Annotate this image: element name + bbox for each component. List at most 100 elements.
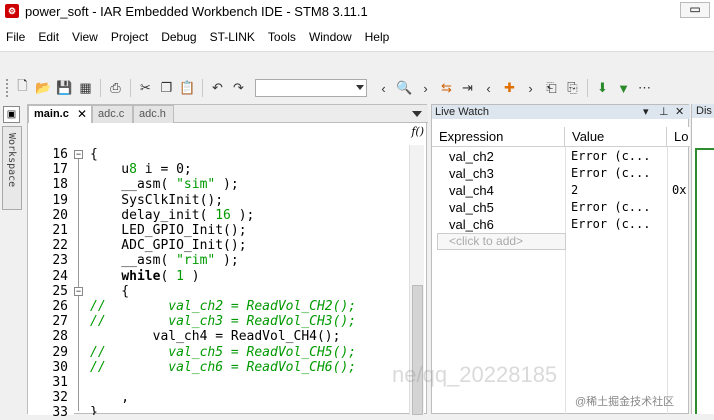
panel-menu-icon[interactable]: ▾	[643, 105, 649, 119]
print-icon[interactable]: ⎙	[107, 80, 124, 97]
tab-main-c[interactable]: main.c ✕	[28, 105, 92, 123]
line-number: 32	[52, 390, 68, 406]
watch-row[interactable]: val_ch5 Error (c...	[432, 199, 690, 216]
editor-tabs: main.c ✕ adc.c adc.h	[28, 105, 428, 123]
watch-expression: val_ch6	[449, 217, 494, 232]
close-icon[interactable]: ✕	[77, 106, 87, 122]
open-file-icon[interactable]: 📂	[35, 80, 52, 97]
disassembly-title[interactable]: Dis	[692, 104, 714, 118]
workspace-toggle-icon[interactable]: ▣	[3, 106, 20, 123]
watermark: @稀土掘金技术社区	[575, 396, 675, 408]
window-title: power_soft - IAR Embedded Workbench IDE …	[25, 3, 368, 19]
code-line: ADC_GPIO_Init();	[90, 238, 247, 254]
line-number: 24	[52, 268, 68, 284]
goto-line-icon[interactable]: ⇥	[459, 80, 476, 97]
menu-tools[interactable]: Tools	[262, 30, 303, 44]
code-line: LED_GPIO_Init();	[90, 223, 247, 238]
new-file-icon[interactable]: 🗋	[14, 78, 31, 97]
code-line: u8 i = 0;	[90, 162, 192, 178]
tab-list-dropdown-icon[interactable]	[412, 111, 422, 117]
scrollbar-thumb[interactable]	[412, 285, 423, 415]
redo-icon[interactable]: ↷	[230, 80, 247, 97]
line-number: 22	[52, 238, 68, 254]
save-all-icon[interactable]: ▦	[77, 80, 94, 97]
code-line: delay_init( 16 );	[90, 207, 255, 223]
watermark-overlay: ne/qq_20228185	[392, 362, 558, 387]
main-toolbar: 🗋 📂 💾 ▦ ⎙ ✂ ❐ 📋 ↶ ↷ ‹ 🔍 › ⇆ ⇥ ‹ ✚ › ⎗ ⎘ …	[0, 72, 714, 104]
toolbar-grip[interactable]	[6, 79, 9, 97]
menu-help[interactable]: Help	[359, 30, 397, 44]
chevron-down-icon[interactable]	[356, 85, 364, 90]
close-icon[interactable]: ✕	[675, 105, 684, 119]
line-number: 26	[52, 299, 68, 314]
tab-adc-c[interactable]: adc.c	[92, 105, 133, 123]
watch-location: 0x	[672, 183, 687, 197]
prev-bookmark-icon[interactable]: ⎗	[543, 80, 560, 97]
cut-icon[interactable]: ✂	[137, 80, 154, 97]
menu-window[interactable]: Window	[303, 30, 359, 44]
menu-file[interactable]: File	[0, 30, 32, 44]
line-number: 25	[52, 283, 68, 299]
disassembly-panel: Dis	[691, 104, 714, 414]
column-expression[interactable]: Expression	[432, 127, 565, 147]
code-area[interactable]: { u8 i = 0; __asm( "sim" ); SysClkInit()…	[90, 145, 405, 415]
next-bookmark-icon[interactable]: ⎘	[564, 80, 581, 97]
line-number: 29	[52, 344, 68, 360]
watch-row[interactable]: val_ch2 Error (c...	[432, 148, 690, 165]
comment-line: // val_ch5 = ReadVol_CH5();	[90, 344, 357, 360]
live-watch-header: Live Watch ▾ ⊥ ✕	[432, 105, 690, 119]
replace-icon[interactable]: ⇆	[438, 80, 455, 97]
make-icon[interactable]: ⬇	[594, 80, 611, 97]
toggle-breakpoint-icon[interactable]: ✚	[501, 80, 518, 97]
download-debug-icon[interactable]: ▼	[615, 80, 632, 97]
iar-app-icon[interactable]: ⚙	[5, 4, 19, 18]
menu-project[interactable]: Project	[105, 30, 155, 44]
watch-row[interactable]: val_ch6 Error (c...	[432, 216, 690, 233]
toolbar-divider	[202, 79, 203, 97]
pin-icon[interactable]: ⊥	[659, 105, 669, 119]
watch-row[interactable]: val_ch3 Error (c...	[432, 165, 690, 182]
find-next-icon[interactable]: ›	[417, 80, 434, 97]
watch-expression: val_ch3	[449, 166, 494, 181]
line-number: 33	[52, 405, 68, 420]
menu-debug[interactable]: Debug	[155, 30, 203, 44]
save-icon[interactable]: 💾	[56, 80, 73, 97]
line-number: 16	[52, 147, 68, 162]
code-line: __asm( "sim" );	[90, 177, 239, 193]
find-icon[interactable]: 🔍	[396, 80, 413, 97]
comment-line: // val_ch2 = ReadVol_CH2();	[90, 299, 357, 314]
watch-value: Error (c...	[571, 217, 651, 231]
comment-line: // val_ch3 = ReadVol_CH3();	[90, 314, 357, 330]
copy-icon[interactable]: ❐	[158, 80, 175, 97]
menu-edit[interactable]: Edit	[32, 30, 66, 44]
watch-row[interactable]: val_ch4 2 0x	[432, 182, 690, 199]
fold-collapse-icon[interactable]: −	[74, 150, 83, 159]
watch-value: Error (c...	[571, 149, 651, 163]
column-value[interactable]: Value	[565, 127, 667, 147]
debug-options-icon[interactable]: ⋯	[636, 80, 653, 97]
function-list-button[interactable]: f()	[411, 125, 424, 138]
line-number: 18	[52, 177, 68, 193]
column-location[interactable]: Lo	[667, 127, 690, 147]
find-previous-icon[interactable]: ‹	[375, 80, 392, 97]
nav-back-icon[interactable]: ‹	[480, 80, 497, 97]
minimize-button[interactable]: ▭	[680, 2, 710, 18]
code-editor: main.c ✕ adc.c adc.h f() 16 17 18 19 20 21 22 2…	[27, 104, 428, 420]
disassembly-content	[695, 148, 714, 414]
fold-collapse-icon[interactable]: −	[74, 286, 83, 296]
workspace-tab[interactable]: Workspace	[2, 126, 22, 210]
watch-column-headers: Expression Value Lo	[432, 127, 690, 147]
tab-adc-h[interactable]: adc.h	[133, 105, 174, 123]
menu-view[interactable]: View	[66, 30, 105, 44]
watch-expression: val_ch2	[449, 149, 494, 164]
menu-bar: File Edit View Project Debug ST-LINK Too…	[0, 22, 714, 52]
code-line: ,	[90, 390, 130, 406]
undo-icon[interactable]: ↶	[209, 80, 226, 97]
paste-icon[interactable]: 📋	[179, 80, 196, 97]
line-number: 27	[52, 314, 68, 330]
add-watch-input[interactable]: <click to add>	[437, 233, 566, 250]
find-combo[interactable]	[255, 79, 367, 97]
menu-st-link[interactable]: ST-LINK	[204, 30, 262, 44]
nav-forward-icon[interactable]: ›	[522, 80, 539, 97]
line-number: 17	[52, 162, 68, 178]
